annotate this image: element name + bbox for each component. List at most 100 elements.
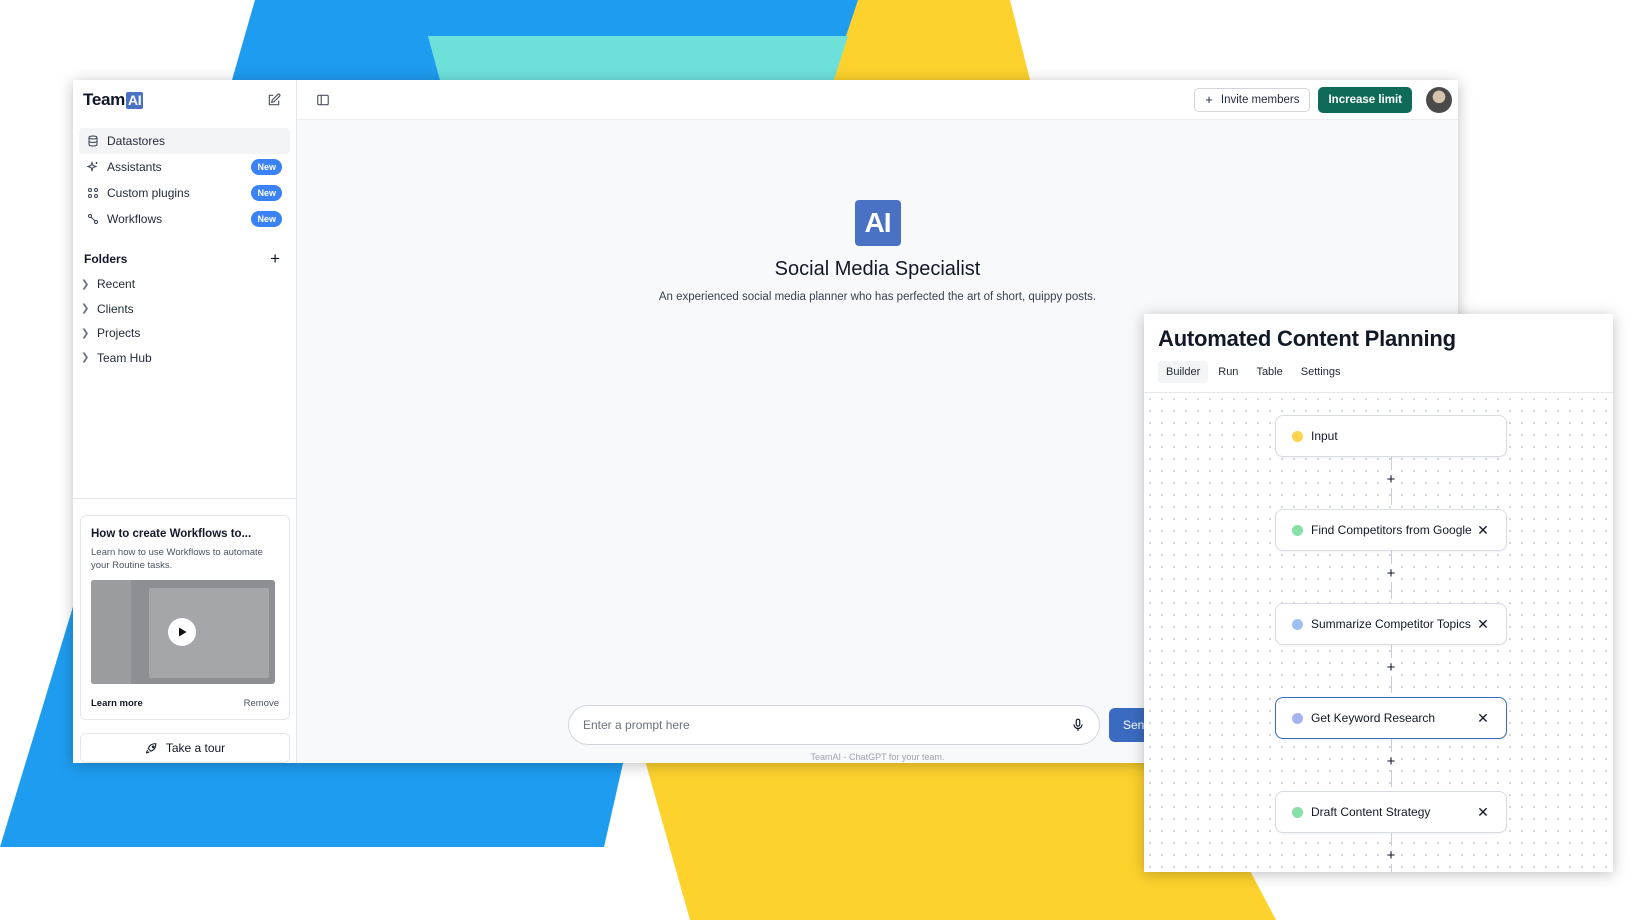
increase-limit-button[interactable]: Increase limit xyxy=(1318,86,1412,113)
tab-settings[interactable]: Settings xyxy=(1293,361,1349,383)
invite-members-button[interactable]: + Invite members xyxy=(1194,87,1311,112)
add-step-button[interactable]: + xyxy=(1382,658,1400,676)
plus-icon: + xyxy=(1386,564,1396,582)
add-step-button[interactable]: + xyxy=(1382,470,1400,488)
node-status-dot xyxy=(1292,712,1303,724)
sidebar-item-workflows[interactable]: Workflows New xyxy=(79,206,290,232)
add-step-button[interactable]: + xyxy=(1382,846,1400,864)
sidebar-item-assistants[interactable]: Assistants New xyxy=(79,154,290,180)
workflow-icon xyxy=(88,214,98,224)
tab-run[interactable]: Run xyxy=(1210,361,1246,383)
teal-shape-top xyxy=(428,36,848,80)
take-tour-button[interactable]: Take a tour xyxy=(80,733,290,763)
folder-list: ❯ Recent ❯ Clients ❯ Projects ❯ Team Hub xyxy=(73,272,296,370)
sparkles-icon xyxy=(87,161,98,173)
folder-label: Projects xyxy=(97,326,141,341)
tutorial-title: How to create Workflows to... xyxy=(91,528,252,540)
sidebar-item-label: Assistants xyxy=(107,160,162,174)
database-icon xyxy=(88,135,98,147)
node-label: Draft Content Strategy xyxy=(1311,805,1431,819)
learn-more-link[interactable]: Learn more xyxy=(91,698,143,709)
folder-label: Team Hub xyxy=(97,350,152,365)
node-status-dot xyxy=(1292,806,1303,818)
plus-icon: + xyxy=(1386,658,1396,676)
sidebar-item-datastores[interactable]: Datastores xyxy=(79,128,290,154)
close-icon[interactable]: ✕ xyxy=(1476,616,1490,633)
folder-item-recent[interactable]: ❯ Recent xyxy=(73,272,296,297)
workflow-header: Automated Content Planning Builder Run T… xyxy=(1144,314,1613,393)
logo-text: Team xyxy=(83,90,125,109)
close-icon[interactable]: ✕ xyxy=(1476,522,1490,539)
thumbnail-sidebar xyxy=(91,580,131,684)
plus-icon: + xyxy=(1386,470,1396,488)
microphone-icon xyxy=(1073,718,1083,731)
play-button[interactable] xyxy=(168,618,196,646)
sidebar-item-label: Workflows xyxy=(107,212,163,226)
plus-icon: + xyxy=(1386,846,1396,864)
add-step-button[interactable]: + xyxy=(1382,564,1400,582)
tutorial-video-thumbnail[interactable] xyxy=(91,580,275,684)
folder-item-clients[interactable]: ❯ Clients xyxy=(73,297,296,322)
chevron-right-icon: ❯ xyxy=(81,327,90,339)
sidebar: Team AI Datastores Assistants New Custom… xyxy=(73,80,297,763)
workflow-canvas[interactable]: Input + Find Competitors from Google ✕ +… xyxy=(1144,393,1613,872)
toggle-sidebar-button[interactable] xyxy=(313,90,333,110)
workflow-node-input[interactable]: Input xyxy=(1275,415,1507,457)
plus-icon: + xyxy=(270,249,280,268)
folder-label: Clients xyxy=(97,301,134,316)
folder-label: Recent xyxy=(97,277,136,292)
workflow-node-keyword-research[interactable]: Get Keyword Research ✕ xyxy=(1275,697,1507,739)
new-chat-button[interactable] xyxy=(264,90,284,110)
workflow-panel: Automated Content Planning Builder Run T… xyxy=(1144,314,1613,872)
teamai-logo[interactable]: Team AI xyxy=(83,90,144,110)
assistant-description: An experienced social media planner who … xyxy=(658,291,1097,303)
remove-link[interactable]: Remove xyxy=(244,698,279,709)
play-icon xyxy=(179,627,187,637)
user-avatar[interactable] xyxy=(1426,86,1452,113)
node-label: Input xyxy=(1311,429,1338,443)
add-step-button[interactable]: + xyxy=(1382,752,1400,770)
grid-icon xyxy=(88,188,98,198)
invite-label: Invite members xyxy=(1220,93,1300,106)
node-label: Summarize Competitor Topics xyxy=(1311,617,1471,631)
sidebar-item-label: Custom plugins xyxy=(107,186,190,200)
assistant-logo: AI xyxy=(854,200,901,246)
tutorial-card: How to create Workflows to... Learn how … xyxy=(80,515,290,720)
workflow-node-summarize-topics[interactable]: Summarize Competitor Topics ✕ xyxy=(1275,603,1507,645)
workflow-node-draft-strategy[interactable]: Draft Content Strategy ✕ xyxy=(1275,791,1507,833)
close-icon[interactable]: ✕ xyxy=(1476,710,1490,727)
new-badge: New xyxy=(251,159,282,175)
chevron-right-icon: ❯ xyxy=(81,278,90,290)
take-tour-label: Take a tour xyxy=(165,741,226,755)
sidebar-item-custom-plugins[interactable]: Custom plugins New xyxy=(79,180,290,206)
chevron-right-icon: ❯ xyxy=(81,303,90,315)
workflow-title: Automated Content Planning xyxy=(1158,326,1456,351)
yellow-shape-top xyxy=(828,0,1030,80)
prompt-input[interactable] xyxy=(583,718,1071,732)
thumbnail-panel xyxy=(149,588,269,678)
tab-table[interactable]: Table xyxy=(1248,361,1290,383)
rocket-icon xyxy=(145,742,157,753)
sidebar-nav: Datastores Assistants New Custom plugins… xyxy=(73,128,296,232)
microphone-button[interactable] xyxy=(1071,718,1085,732)
folder-item-team-hub[interactable]: ❯ Team Hub xyxy=(73,346,296,371)
workflow-tabs: Builder Run Table Settings xyxy=(1158,361,1599,383)
new-badge: New xyxy=(251,185,282,201)
tutorial-actions: Learn more Remove xyxy=(91,698,279,709)
node-status-dot xyxy=(1292,430,1303,442)
add-folder-button[interactable]: + xyxy=(270,249,280,269)
tab-builder[interactable]: Builder xyxy=(1158,361,1209,383)
node-status-dot xyxy=(1292,618,1303,630)
sidebar-item-label: Datastores xyxy=(107,134,166,148)
node-label: Get Keyword Research xyxy=(1311,711,1436,725)
workflow-node-find-competitors[interactable]: Find Competitors from Google ✕ xyxy=(1275,509,1507,551)
close-icon[interactable]: ✕ xyxy=(1476,804,1490,821)
node-label: Find Competitors from Google xyxy=(1311,523,1472,537)
assistant-title: Social Media Specialist xyxy=(774,258,981,280)
new-badge: New xyxy=(251,211,282,227)
prompt-box xyxy=(568,705,1100,745)
plus-icon: + xyxy=(1205,92,1213,107)
edit-icon xyxy=(268,93,281,106)
folder-item-projects[interactable]: ❯ Projects xyxy=(73,321,296,346)
sidebar-divider xyxy=(73,498,296,499)
